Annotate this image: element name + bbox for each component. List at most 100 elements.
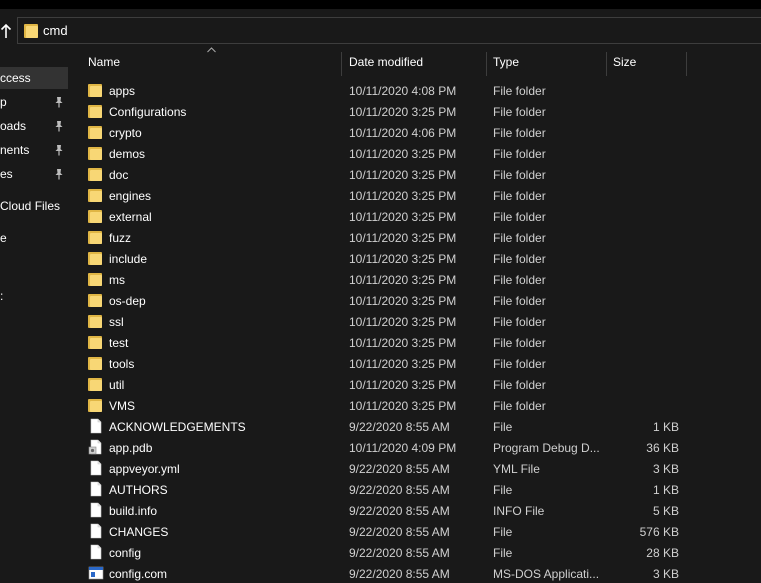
column-divider[interactable] (486, 52, 487, 76)
address-field[interactable]: cmd (17, 17, 761, 44)
file-row[interactable]: VMS 10/11/2020 3:25 PM File folder (82, 395, 712, 416)
column-header-date-modified[interactable]: Date modified (349, 55, 423, 69)
file-row[interactable]: crypto 10/11/2020 4:06 PM File folder (82, 122, 712, 143)
column-header-name[interactable]: Name (88, 55, 120, 69)
file-row[interactable]: external 10/11/2020 3:25 PM File folder (82, 206, 712, 227)
folder-icon (88, 399, 102, 412)
file-row[interactable]: tools 10/11/2020 3:25 PM File folder (82, 353, 712, 374)
file-row[interactable]: CHANGES 9/22/2020 8:55 AM File 576 KB (82, 521, 712, 542)
column-divider[interactable] (686, 52, 687, 76)
file-name: config.com (109, 567, 168, 581)
up-arrow-icon[interactable] (0, 23, 12, 39)
nav-item[interactable]: es (0, 163, 68, 185)
column-divider[interactable] (341, 52, 342, 76)
file-row[interactable]: doc 10/11/2020 3:25 PM File folder (82, 164, 712, 185)
file-type: File folder (493, 231, 546, 245)
file-row[interactable]: include 10/11/2020 3:25 PM File folder (82, 248, 712, 269)
file-name: CHANGES (109, 525, 169, 539)
file-row[interactable]: engines 10/11/2020 3:25 PM File folder (82, 185, 712, 206)
file-row[interactable]: test 10/11/2020 3:25 PM File folder (82, 332, 712, 353)
file-name: VMS (109, 399, 136, 413)
file-row[interactable]: os-dep 10/11/2020 3:25 PM File folder (82, 290, 712, 311)
file-type: File folder (493, 105, 546, 119)
folder-icon (88, 378, 102, 391)
dos-app-icon (88, 566, 104, 580)
file-size: 1 KB (652, 483, 679, 497)
nav-item[interactable]: e (0, 227, 68, 249)
nav-item-label: : (0, 289, 4, 303)
column-header-type[interactable]: Type (493, 55, 519, 69)
file-date-modified: 10/11/2020 4:09 PM (349, 441, 457, 455)
file-name: AUTHORS (109, 483, 168, 497)
file-type: File folder (493, 315, 546, 329)
file-icon (90, 481, 102, 497)
file-type: File folder (493, 210, 546, 224)
file-size: 36 KB (646, 441, 679, 455)
file-row[interactable]: config.com 9/22/2020 8:55 AM MS-DOS Applic… (82, 563, 712, 583)
folder-icon (88, 168, 102, 181)
folder-icon (24, 24, 38, 38)
file-size: 3 KB (652, 567, 679, 581)
file-name: test (109, 336, 129, 350)
file-row[interactable]: fuzz 10/11/2020 3:25 PM File folder (82, 227, 712, 248)
file-row[interactable]: apps 10/11/2020 4:08 PM File folder (82, 80, 712, 101)
file-row[interactable]: ssl 10/11/2020 3:25 PM File folder (82, 311, 712, 332)
nav-item-label: Cloud Files (0, 199, 61, 213)
file-type: File (493, 420, 513, 434)
file-date-modified: 10/11/2020 3:25 PM (349, 336, 457, 350)
file-row[interactable]: build.info 9/22/2020 8:55 AM INFO File 5 KB (82, 500, 712, 521)
file-row[interactable]: config 9/22/2020 8:55 AM File 28 KB (82, 542, 712, 563)
nav-item-label: ccess (0, 71, 31, 85)
file-name: app.pdb (109, 441, 153, 455)
file-row[interactable]: util 10/11/2020 3:25 PM File folder (82, 374, 712, 395)
folder-icon (88, 210, 102, 223)
column-header-row: Name Date modified Type Size (68, 47, 761, 79)
file-date-modified: 10/11/2020 3:25 PM (349, 147, 457, 161)
column-header-size[interactable]: Size (613, 55, 636, 69)
nav-item[interactable]: Cloud Files (0, 195, 68, 217)
file-row[interactable]: ms 10/11/2020 3:25 PM File folder (82, 269, 712, 290)
address-path-text: cmd (43, 23, 68, 38)
file-date-modified: 10/11/2020 3:25 PM (349, 210, 457, 224)
file-row[interactable]: demos 10/11/2020 3:25 PM File folder (82, 143, 712, 164)
file-row[interactable]: ACKNOWLEDGEMENTS 9/22/2020 8:55 AM File 1 K… (82, 416, 712, 437)
file-row[interactable]: Configurations 10/11/2020 3:25 PM File fol… (82, 101, 712, 122)
file-name: doc (109, 168, 129, 182)
file-name: engines (109, 189, 152, 203)
file-type: File folder (493, 273, 546, 287)
file-list-view: Name Date modified Type Size apps 10/11/2… (68, 47, 761, 583)
nav-item[interactable]: : (0, 285, 68, 307)
nav-item[interactable] (0, 259, 68, 281)
file-type: File folder (493, 294, 546, 308)
file-row[interactable]: app.pdb 10/11/2020 4:09 PM Program Debug D… (82, 437, 712, 458)
file-type: File folder (493, 357, 546, 371)
file-type: File folder (493, 378, 546, 392)
file-size: 1 KB (652, 420, 679, 434)
nav-item[interactable]: ccess (0, 67, 68, 89)
nav-item-label: p (0, 95, 7, 109)
file-row[interactable]: AUTHORS 9/22/2020 8:55 AM File 1 KB (82, 479, 712, 500)
folder-icon (88, 336, 102, 349)
file-size: 5 KB (652, 504, 679, 518)
file-type: File folder (493, 126, 546, 140)
file-name: tools (109, 357, 135, 371)
file-name: external (109, 210, 152, 224)
folder-icon (88, 126, 102, 139)
file-date-modified: 9/22/2020 8:55 AM (349, 546, 450, 560)
pin-icon (55, 97, 63, 108)
nav-item[interactable]: p (0, 91, 68, 113)
pin-icon (55, 145, 63, 156)
column-divider[interactable] (606, 52, 607, 76)
address-bar-area: cmd (0, 9, 761, 47)
nav-item[interactable]: oads (0, 115, 68, 137)
nav-item-label: e (0, 231, 7, 245)
file-date-modified: 9/22/2020 8:55 AM (349, 420, 450, 434)
file-type: File folder (493, 84, 546, 98)
file-date-modified: 10/11/2020 3:25 PM (349, 273, 457, 287)
title-bar-strip (0, 0, 761, 9)
file-row[interactable]: appveyor.yml 9/22/2020 8:55 AM YML File 3 K… (82, 458, 712, 479)
nav-item[interactable]: nents (0, 139, 68, 161)
file-type: File folder (493, 399, 546, 413)
file-date-modified: 9/22/2020 8:55 AM (349, 504, 450, 518)
nav-item-label: oads (0, 119, 27, 133)
